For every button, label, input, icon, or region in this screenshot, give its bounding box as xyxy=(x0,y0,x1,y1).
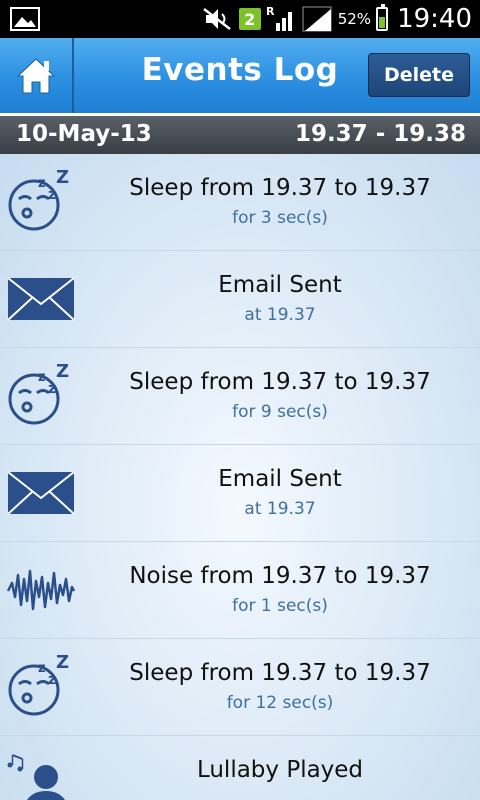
muted-icon xyxy=(202,8,231,30)
event-text: Lullaby Played xyxy=(80,754,480,786)
events-list[interactable]: z z Z Sleep from 19.37 to 19.37 for 3 se… xyxy=(0,154,480,800)
list-item[interactable]: Email Sent at 19.37 xyxy=(0,445,480,542)
noise-wave-icon xyxy=(6,569,76,611)
event-text: Sleep from 19.37 to 19.37 for 9 sec(s) xyxy=(80,366,480,426)
signal-icon: R xyxy=(266,5,292,31)
log-date: 10-May-13 xyxy=(16,121,152,147)
event-title: Sleep from 19.37 to 19.37 xyxy=(129,369,431,395)
status-bar: 2 R 52% 19:40 xyxy=(0,0,480,38)
app-header: Events Log Delete xyxy=(0,38,480,113)
envelope-icon xyxy=(7,471,75,515)
battery-percent: 52% xyxy=(337,10,372,28)
list-item[interactable]: z z Z Sleep from 19.37 to 19.37 for 9 se… xyxy=(0,348,480,445)
list-item[interactable]: Email Sent at 19.37 xyxy=(0,251,480,348)
svg-text:Z: Z xyxy=(56,363,69,382)
lullaby-icon xyxy=(7,754,65,800)
home-button[interactable] xyxy=(0,38,74,113)
event-detail: for 12 sec(s) xyxy=(226,693,334,713)
list-item[interactable]: Noise from 19.37 to 19.37 for 1 sec(s) xyxy=(0,542,480,639)
svg-text:Z: Z xyxy=(56,169,69,188)
status-icons: 2 R 52% 19:40 xyxy=(202,0,472,38)
event-detail: at 19.37 xyxy=(244,305,316,325)
sleep-face-icon: z z Z xyxy=(8,169,69,231)
event-title: Email Sent xyxy=(218,466,342,492)
list-item[interactable]: z z Z Sleep from 19.37 to 19.37 for 12 s… xyxy=(0,639,480,736)
event-text: Email Sent at 19.37 xyxy=(80,269,480,329)
envelope-icon xyxy=(7,277,75,321)
svg-text:Z: Z xyxy=(56,654,69,673)
event-title: Email Sent xyxy=(218,272,342,298)
sleep-face-icon: z z Z xyxy=(8,654,69,716)
event-text: Email Sent at 19.37 xyxy=(80,463,480,523)
svg-text:z: z xyxy=(48,187,56,203)
roaming-signal-icon xyxy=(302,6,332,32)
event-text: Noise from 19.37 to 19.37 for 1 sec(s) xyxy=(80,560,480,620)
svg-text:z: z xyxy=(38,661,46,676)
event-title: Noise from 19.37 to 19.37 xyxy=(129,563,431,589)
event-title: Sleep from 19.37 to 19.37 xyxy=(129,175,431,201)
clock: 19:40 xyxy=(397,4,472,34)
svg-text:z: z xyxy=(48,672,56,688)
event-detail: at 19.37 xyxy=(244,499,316,519)
list-item[interactable]: z z Z Sleep from 19.37 to 19.37 for 3 se… xyxy=(0,154,480,251)
list-item[interactable]: Lullaby Played xyxy=(0,736,480,800)
date-bar: 10-May-13 19.37 - 19.38 xyxy=(0,116,480,154)
battery-icon xyxy=(376,4,389,31)
event-detail: for 3 sec(s) xyxy=(232,208,328,228)
network-badge: 2 xyxy=(238,8,261,30)
event-text: Sleep from 19.37 to 19.37 for 3 sec(s) xyxy=(80,172,480,232)
event-title: Sleep from 19.37 to 19.37 xyxy=(129,660,431,686)
page-title: Events Log xyxy=(141,52,339,88)
svg-text:z: z xyxy=(48,381,56,397)
event-title: Lullaby Played xyxy=(196,757,364,783)
event-detail: for 9 sec(s) xyxy=(232,402,328,422)
event-detail: for 1 sec(s) xyxy=(232,596,328,616)
home-icon xyxy=(16,57,56,93)
svg-text:z: z xyxy=(38,176,46,191)
sleep-face-icon: z z Z xyxy=(8,363,69,425)
svg-text:z: z xyxy=(38,370,46,385)
delete-button[interactable]: Delete xyxy=(368,53,470,97)
gallery-icon xyxy=(10,7,40,31)
log-time-range: 19.37 - 19.38 xyxy=(294,121,466,147)
event-text: Sleep from 19.37 to 19.37 for 12 sec(s) xyxy=(80,657,480,717)
roaming-label: R xyxy=(266,5,275,18)
